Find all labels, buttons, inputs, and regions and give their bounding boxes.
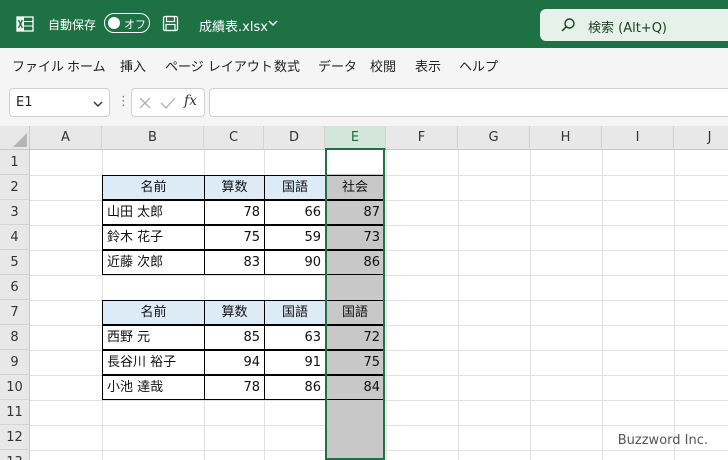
table2-cell[interactable]: 西野 元 bbox=[102, 325, 205, 350]
more-options-icon[interactable]: ⋮ bbox=[117, 94, 130, 109]
cancel-icon[interactable] bbox=[138, 96, 152, 110]
enter-check-icon[interactable] bbox=[160, 96, 176, 110]
name-box[interactable]: E1 bbox=[9, 88, 110, 117]
tab-page-layout[interactable]: ページ レイアウト bbox=[165, 56, 273, 75]
row-header-8[interactable]: 8 bbox=[0, 325, 30, 350]
search-box[interactable]: 検索 (Alt+Q) bbox=[540, 9, 728, 41]
watermark-text: Buzzword Inc. bbox=[617, 433, 708, 448]
row-header-13[interactable]: 13 bbox=[0, 450, 30, 460]
select-all-triangle-icon bbox=[13, 133, 27, 147]
tab-insert[interactable]: 挿入 bbox=[120, 56, 146, 75]
column-header-i[interactable]: I bbox=[602, 126, 674, 150]
tab-view[interactable]: 表示 bbox=[415, 56, 441, 75]
row-header-10[interactable]: 10 bbox=[0, 375, 30, 400]
toggle-state-label: オフ bbox=[124, 18, 146, 31]
column-header-h[interactable]: H bbox=[530, 126, 602, 150]
gridline bbox=[386, 150, 387, 460]
gridline bbox=[674, 150, 675, 460]
select-all-button[interactable] bbox=[0, 126, 30, 150]
row-header-12[interactable]: 12 bbox=[0, 425, 30, 450]
search-placeholder: 検索 (Alt+Q) bbox=[588, 21, 668, 36]
search-icon bbox=[561, 18, 575, 32]
table1-cell[interactable]: 鈴木 花子 bbox=[102, 225, 205, 250]
worksheet-grid[interactable]: A B C D E F G H I J 1 2 3 4 5 6 7 8 9 10… bbox=[0, 126, 728, 460]
column-header-b[interactable]: B bbox=[102, 126, 204, 150]
tab-file[interactable]: ファイル bbox=[12, 56, 64, 75]
autosave-toggle[interactable]: オフ bbox=[104, 13, 150, 33]
table1-header-japanese[interactable]: 国語 bbox=[264, 175, 326, 200]
row-header-6[interactable]: 6 bbox=[0, 275, 30, 300]
toggle-knob bbox=[108, 17, 120, 29]
table2-header-name[interactable]: 名前 bbox=[102, 300, 205, 325]
chevron-down-icon[interactable] bbox=[267, 18, 279, 28]
formula-bar: E1 ⋮ fx bbox=[0, 80, 728, 126]
excel-app-icon[interactable] bbox=[16, 15, 34, 33]
row-header-2[interactable]: 2 bbox=[0, 175, 30, 200]
table2-cell[interactable]: 94 bbox=[204, 350, 265, 375]
row-header-11[interactable]: 11 bbox=[0, 400, 30, 425]
column-header-a[interactable]: A bbox=[30, 126, 102, 150]
insert-function-icon[interactable]: fx bbox=[184, 93, 197, 109]
table1-cell[interactable]: 90 bbox=[264, 250, 326, 275]
table2-cell[interactable]: 91 bbox=[264, 350, 326, 375]
column-header-d[interactable]: D bbox=[264, 126, 325, 150]
tab-review[interactable]: 校閲 bbox=[370, 56, 396, 75]
title-bar: 自動保存 オフ 成績表.xlsx 検索 (Alt+Q) bbox=[0, 0, 728, 48]
tab-home[interactable]: ホーム bbox=[67, 56, 106, 75]
gridline bbox=[458, 150, 459, 460]
table1-cell[interactable]: 83 bbox=[204, 250, 265, 275]
tab-formulas[interactable]: 数式 bbox=[274, 56, 300, 75]
gridline bbox=[530, 150, 531, 460]
table2-cell[interactable]: 長谷川 裕子 bbox=[102, 350, 205, 375]
name-box-value: E1 bbox=[16, 95, 33, 110]
table2-cell[interactable]: 小池 達哉 bbox=[102, 375, 205, 400]
column-header-c[interactable]: C bbox=[204, 126, 264, 150]
row-header-1[interactable]: 1 bbox=[0, 150, 30, 175]
row-header-7[interactable]: 7 bbox=[0, 300, 30, 325]
gridline bbox=[602, 150, 603, 460]
row-header-5[interactable]: 5 bbox=[0, 250, 30, 275]
table1-cell[interactable]: 山田 太郎 bbox=[102, 200, 205, 225]
chevron-down-icon[interactable] bbox=[93, 100, 103, 108]
tab-data[interactable]: データ bbox=[318, 56, 357, 75]
tab-help[interactable]: ヘルプ bbox=[459, 56, 498, 75]
table1-cell[interactable]: 59 bbox=[264, 225, 326, 250]
table2-cell[interactable]: 78 bbox=[204, 375, 265, 400]
column-selection-border bbox=[325, 150, 385, 460]
document-title[interactable]: 成績表.xlsx bbox=[199, 16, 268, 35]
table1-cell[interactable]: 78 bbox=[204, 200, 265, 225]
save-icon[interactable] bbox=[162, 15, 179, 32]
table2-cell[interactable]: 86 bbox=[264, 375, 326, 400]
table2-header-math[interactable]: 算数 bbox=[204, 300, 265, 325]
table1-cell[interactable]: 近藤 次郎 bbox=[102, 250, 205, 275]
table2-cell[interactable]: 63 bbox=[264, 325, 326, 350]
column-header-f[interactable]: F bbox=[386, 126, 458, 150]
table2-cell[interactable]: 85 bbox=[204, 325, 265, 350]
column-header-j[interactable]: J bbox=[674, 126, 728, 150]
column-header-g[interactable]: G bbox=[458, 126, 530, 150]
table2-header-japanese[interactable]: 国語 bbox=[264, 300, 326, 325]
column-header-e[interactable]: E bbox=[325, 126, 386, 150]
table1-header-math[interactable]: 算数 bbox=[204, 175, 265, 200]
table1-cell[interactable]: 75 bbox=[204, 225, 265, 250]
table1-cell[interactable]: 66 bbox=[264, 200, 326, 225]
formula-tools: fx bbox=[131, 88, 205, 117]
row-header-3[interactable]: 3 bbox=[0, 200, 30, 225]
row-header-9[interactable]: 9 bbox=[0, 350, 30, 375]
table1-header-name[interactable]: 名前 bbox=[102, 175, 205, 200]
formula-input[interactable] bbox=[209, 88, 728, 117]
autosave-label: 自動保存 bbox=[48, 18, 97, 32]
row-header-4[interactable]: 4 bbox=[0, 225, 30, 250]
ribbon-tabs: ファイル ホーム 挿入 ページ レイアウト 数式 データ 校閲 表示 ヘルプ bbox=[0, 48, 728, 80]
